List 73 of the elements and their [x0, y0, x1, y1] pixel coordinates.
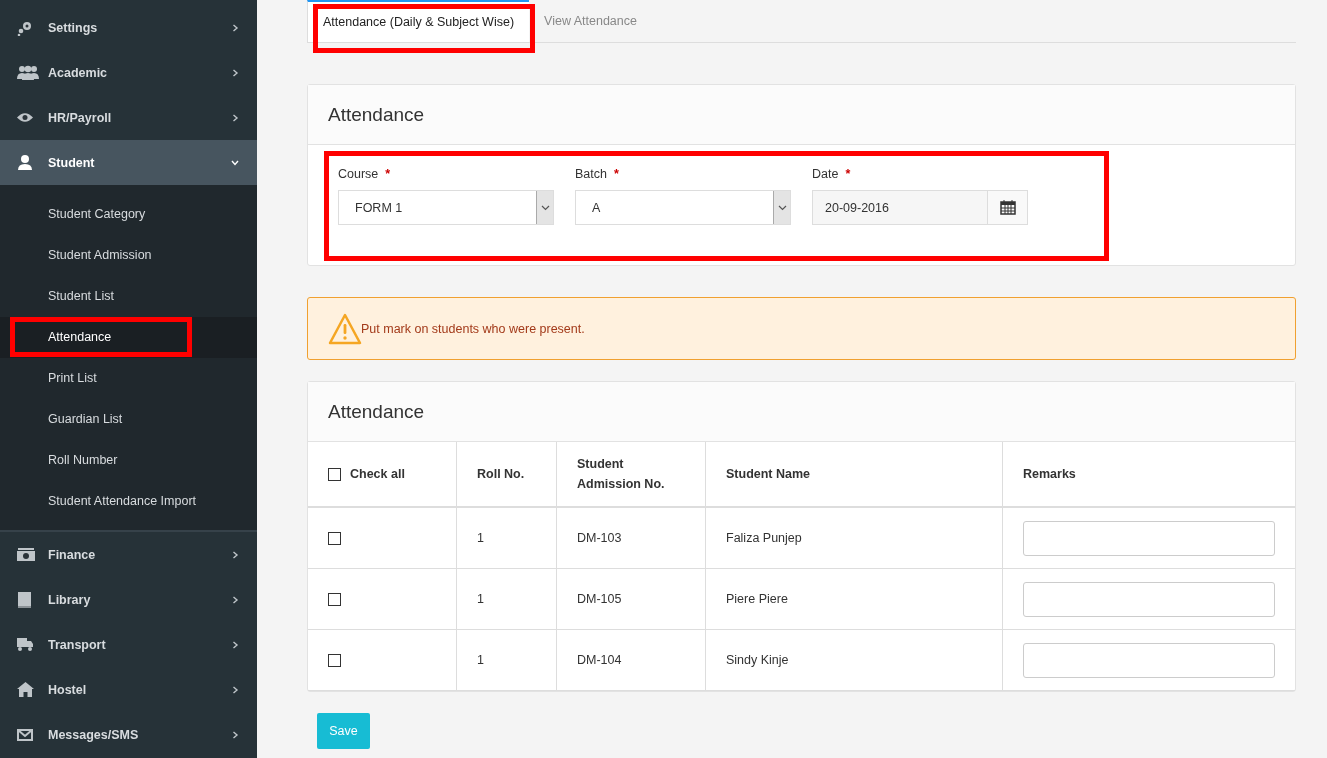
user-icon: [17, 155, 33, 170]
sidebar-menu-item[interactable]: Hostel: [0, 667, 257, 712]
truck-icon: [17, 638, 33, 651]
remarks-field[interactable]: [1023, 581, 1275, 617]
book-icon: [17, 591, 31, 608]
checkbox[interactable]: [328, 654, 341, 668]
required-mark: *: [613, 167, 619, 181]
column-header: Remarks: [1023, 467, 1076, 481]
chevron-right-icon: [231, 550, 239, 559]
sidebar-submenu-item[interactable]: Print List: [0, 358, 257, 399]
field-label: Date: [812, 167, 839, 181]
date-field[interactable]: 20-09-2016: [812, 190, 987, 225]
table-cell: 1: [477, 653, 484, 667]
sidebar-menu-item[interactable]: Settings: [0, 5, 257, 50]
table-cell: Sindy Kinje: [726, 653, 789, 667]
calendar-icon: [999, 200, 1016, 215]
remarks-field[interactable]: [1023, 642, 1275, 678]
sidebar-menu-item[interactable]: HR/Payroll: [0, 95, 257, 140]
select-field[interactable]: A: [575, 190, 791, 225]
home-icon: [17, 682, 34, 697]
required-mark: *: [845, 167, 851, 181]
sidebar-menu-item[interactable]: Transport: [0, 622, 257, 667]
chevron-down-icon: [231, 158, 239, 167]
sidebar-submenu-item[interactable]: Student Attendance Import: [0, 481, 257, 522]
column-header: Roll No.: [477, 467, 525, 481]
chevron-right-icon: [231, 113, 239, 122]
column-header: Student Name: [726, 467, 811, 481]
money-icon: [17, 548, 35, 561]
card-title: Attendance: [308, 382, 1295, 442]
column-header: Student Admission No.: [577, 457, 665, 491]
field-label: Course: [338, 167, 379, 181]
users-icon: [17, 65, 39, 80]
table-cell: DM-105: [577, 592, 622, 606]
field-label: Batch: [575, 167, 607, 181]
required-mark: *: [385, 167, 391, 181]
table-cell: 1: [477, 531, 484, 545]
alert-text: Put mark on students who were present.: [361, 321, 585, 336]
chevron-right-icon: [231, 595, 239, 604]
sidebar-submenu-item[interactable]: Student Admission: [0, 235, 257, 276]
warning-icon: [328, 312, 362, 345]
sidebar-submenu-item[interactable]: Attendance: [0, 317, 257, 358]
sidebar-menu-item[interactable]: Student: [0, 140, 257, 185]
chevron-down-icon: [777, 204, 787, 211]
sidebar-menu-item[interactable]: Finance: [0, 532, 257, 577]
checkbox[interactable]: [328, 532, 341, 546]
checkbox[interactable]: [328, 593, 341, 607]
sidebar-menu-item[interactable]: Library: [0, 577, 257, 622]
table-cell: 1: [477, 592, 484, 606]
chevron-right-icon: [231, 68, 239, 77]
chevron-right-icon: [231, 23, 239, 32]
checkbox[interactable]: [328, 467, 341, 481]
column-header: Check all: [350, 466, 405, 483]
sidebar-submenu-item[interactable]: Roll Number: [0, 440, 257, 481]
mail-icon: [17, 728, 33, 741]
table-cell: Faliza Punjep: [726, 531, 802, 545]
chevron-right-icon: [231, 730, 239, 739]
sidebar-submenu-item[interactable]: Student Category: [0, 194, 257, 235]
table-cell: Piere Piere: [726, 592, 788, 606]
sidebar-menu-item[interactable]: Academic: [0, 50, 257, 95]
select-field[interactable]: FORM 1: [338, 190, 554, 225]
sidebar-submenu-item[interactable]: Guardian List: [0, 399, 257, 440]
remarks-field[interactable]: [1023, 520, 1275, 556]
eye-icon: [17, 112, 33, 123]
sidebar-menu-item[interactable]: Messages/SMS: [0, 712, 257, 757]
calendar-button[interactable]: [987, 190, 1028, 225]
table-cell: DM-104: [577, 653, 622, 667]
sidebar-submenu-item[interactable]: Student List: [0, 276, 257, 317]
card-title: Attendance: [308, 85, 1295, 145]
gears-icon: [17, 19, 33, 36]
chevron-right-icon: [231, 685, 239, 694]
chevron-right-icon: [231, 640, 239, 649]
chevron-down-icon: [540, 204, 550, 211]
table-cell: DM-103: [577, 531, 622, 545]
